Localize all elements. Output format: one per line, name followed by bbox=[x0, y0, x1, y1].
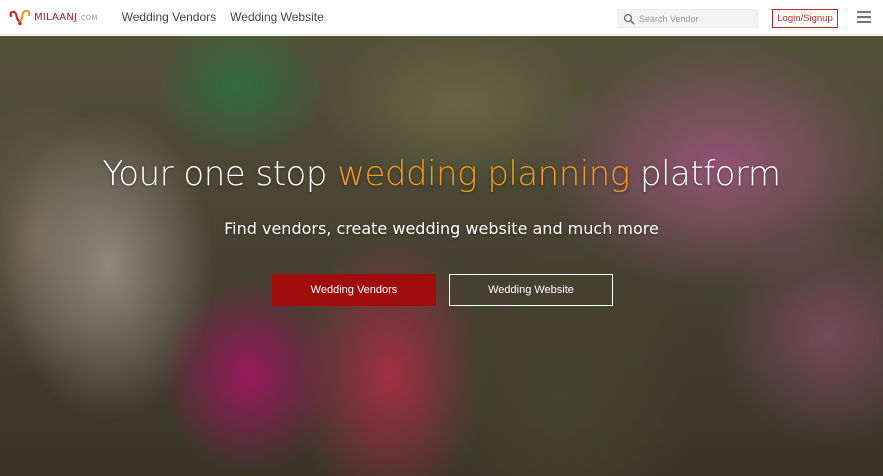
headline-text-end: platform bbox=[629, 154, 781, 194]
hero-background-image bbox=[0, 36, 883, 476]
top-navbar: MILAANJ.COM Wedding Vendors Wedding Webs… bbox=[0, 0, 883, 35]
menu-bar bbox=[857, 11, 871, 13]
hamburger-menu-icon[interactable] bbox=[857, 11, 871, 23]
search-box[interactable] bbox=[617, 9, 758, 28]
login-signup-button[interactable]: Login/Signup bbox=[772, 9, 838, 28]
headline-accent-text: wedding planning bbox=[337, 154, 630, 194]
brand-name: MILAANJ.COM bbox=[34, 12, 98, 23]
headline-text-start: Your one stop bbox=[102, 154, 338, 194]
brand-domain-suffix: .COM bbox=[78, 13, 98, 22]
brand-logo[interactable]: MILAANJ.COM bbox=[8, 0, 98, 35]
search-vendor-input[interactable] bbox=[639, 13, 749, 24]
menu-bar bbox=[857, 16, 871, 18]
hero-headline: Your one stop wedding planning platform bbox=[0, 154, 883, 194]
menu-bar bbox=[857, 21, 871, 23]
wedding-website-button[interactable]: Wedding Website bbox=[449, 274, 613, 306]
brand-name-text: MILAANJ bbox=[34, 11, 78, 23]
nav-link-wedding-website[interactable]: Wedding Website bbox=[230, 10, 324, 24]
search-icon bbox=[623, 13, 635, 25]
nav-link-wedding-vendors[interactable]: Wedding Vendors bbox=[122, 10, 217, 24]
heart-swirl-logo-icon bbox=[9, 9, 31, 26]
hero-subtitle: Find vendors, create wedding website and… bbox=[224, 219, 659, 238]
wedding-vendors-button[interactable]: Wedding Vendors bbox=[272, 274, 436, 306]
hero-banner: Your one stop wedding planning platform … bbox=[0, 36, 883, 476]
